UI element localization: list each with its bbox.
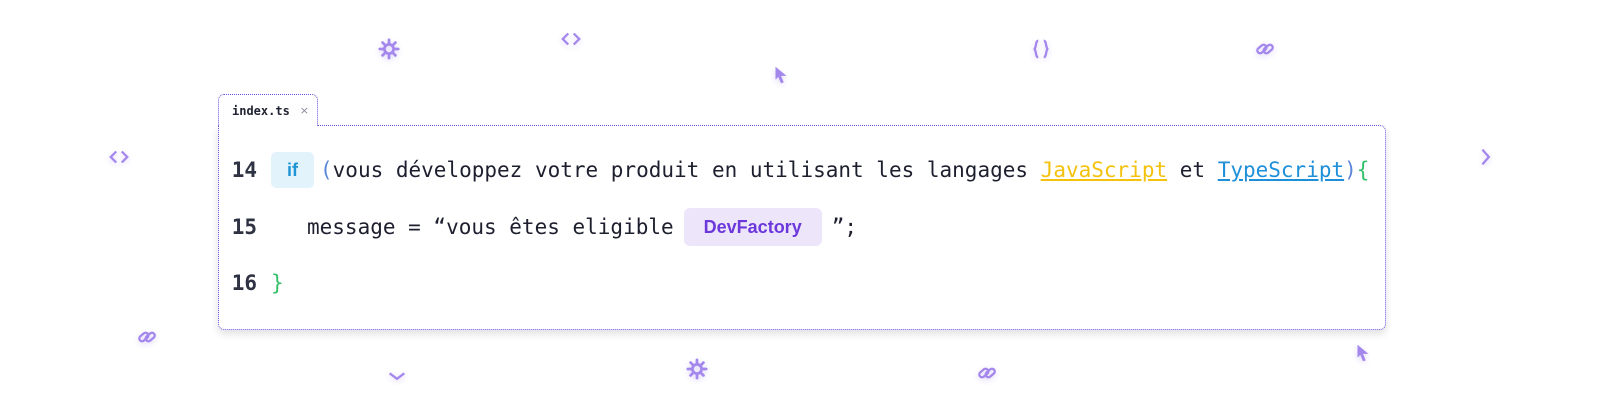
cursor-icon — [770, 64, 792, 86]
code-line-15: 15 message = “vous êtes eligible DevFact… — [219, 208, 857, 246]
devfactory-badge: DevFactory — [683, 208, 822, 246]
page: index.ts × 14 if ( vous développez votre… — [0, 0, 1600, 420]
tab-filename: index.ts — [232, 103, 290, 118]
tab-index-ts[interactable]: index.ts × — [218, 94, 318, 126]
code-icon — [560, 28, 582, 50]
conjunction-text: et — [1167, 158, 1218, 182]
line-number: 15 — [231, 215, 257, 239]
javascript-link[interactable]: JavaScript — [1041, 158, 1167, 182]
open-brace: { — [1356, 158, 1370, 182]
link-icon — [976, 362, 998, 384]
cursor-icon — [1352, 342, 1374, 364]
link-icon — [136, 326, 158, 348]
line-number: 16 — [231, 271, 257, 295]
code-line-14: 14 if ( vous développez votre produit en… — [219, 151, 1369, 189]
code-line-16: 16 } — [219, 264, 284, 302]
gear-icon — [378, 38, 400, 60]
typescript-link[interactable]: TypeScript — [1218, 158, 1344, 182]
chevron-icon — [1476, 146, 1498, 168]
close-paren: ) — [1344, 158, 1357, 182]
condition-text: vous développez votre produit en utilisa… — [332, 158, 1041, 182]
code-editor[interactable]: 14 if ( vous développez votre produit en… — [218, 125, 1386, 330]
close-brace: } — [271, 271, 284, 295]
message-text: message = “vous êtes eligible — [307, 215, 674, 239]
link-icon — [1254, 38, 1276, 60]
gear-icon — [686, 358, 708, 380]
code-icon — [108, 146, 130, 168]
chevron-icon — [386, 366, 408, 388]
braces-icon — [1030, 38, 1052, 60]
line-number: 14 — [231, 158, 257, 182]
open-paren: ( — [320, 158, 333, 182]
tab-close-icon[interactable]: × — [300, 104, 309, 117]
message-end: ”; — [831, 215, 857, 239]
keyword-if: if — [271, 152, 314, 188]
